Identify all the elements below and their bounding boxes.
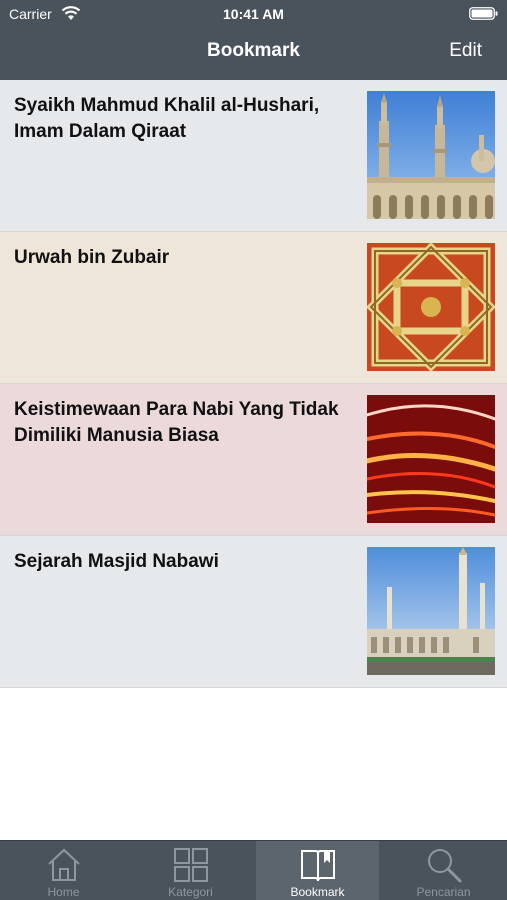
top-bar: Carrier 10:41 AM Bookmark Edit — [0, 0, 507, 80]
light-streaks-thumbnail — [367, 395, 495, 523]
tab-pencarian[interactable]: Pencarian — [382, 841, 505, 900]
tab-label: Pencarian — [416, 885, 471, 899]
bookmark-title: Syaikh Mahmud Khalil al-Hushari, Imam Da… — [14, 95, 320, 142]
battery-icon — [469, 7, 498, 20]
status-bar: Carrier 10:41 AM — [0, 0, 507, 28]
masjid-nabawi-thumbnail — [367, 547, 495, 675]
tab-kategori[interactable]: Kategori — [129, 841, 252, 900]
bookmark-title: Keistimewaan Para Nabi Yang Tidak Dimili… — [14, 399, 339, 446]
bookmark-row[interactable]: Syaikh Mahmud Khalil al-Hushari, Imam Da… — [0, 80, 507, 232]
tab-bar: Home Kategori Bookmark Pencarian — [0, 840, 507, 900]
bookmark-row[interactable]: Urwah bin Zubair — [0, 232, 507, 384]
tab-bookmark[interactable]: Bookmark — [256, 841, 379, 900]
tab-label: Bookmark — [290, 885, 345, 899]
tab-label: Home — [47, 885, 80, 899]
status-time: 10:41 AM — [223, 6, 284, 22]
app-screen: Carrier 10:41 AM Bookmark Edit Syaikh Ma… — [0, 0, 507, 900]
edit-button[interactable]: Edit — [449, 40, 482, 62]
book-icon — [301, 850, 335, 882]
bookmark-row[interactable]: Keistimewaan Para Nabi Yang Tidak Dimili… — [0, 384, 507, 536]
grid-icon — [174, 848, 208, 882]
bookmark-title: Urwah bin Zubair — [14, 247, 170, 268]
bookmark-row[interactable]: Sejarah Masjid Nabawi — [0, 536, 507, 688]
bookmark-title: Sejarah Masjid Nabawi — [14, 551, 219, 572]
bookmark-list: Syaikh Mahmud Khalil al-Hushari, Imam Da… — [0, 80, 507, 688]
search-icon — [428, 849, 462, 883]
mosque-minarets-thumbnail — [367, 91, 495, 219]
ornament-pattern-thumbnail — [367, 243, 495, 371]
tab-home[interactable]: Home — [2, 841, 125, 900]
page-title: Bookmark — [207, 40, 300, 61]
home-icon — [48, 848, 80, 881]
tab-label: Kategori — [168, 885, 213, 899]
